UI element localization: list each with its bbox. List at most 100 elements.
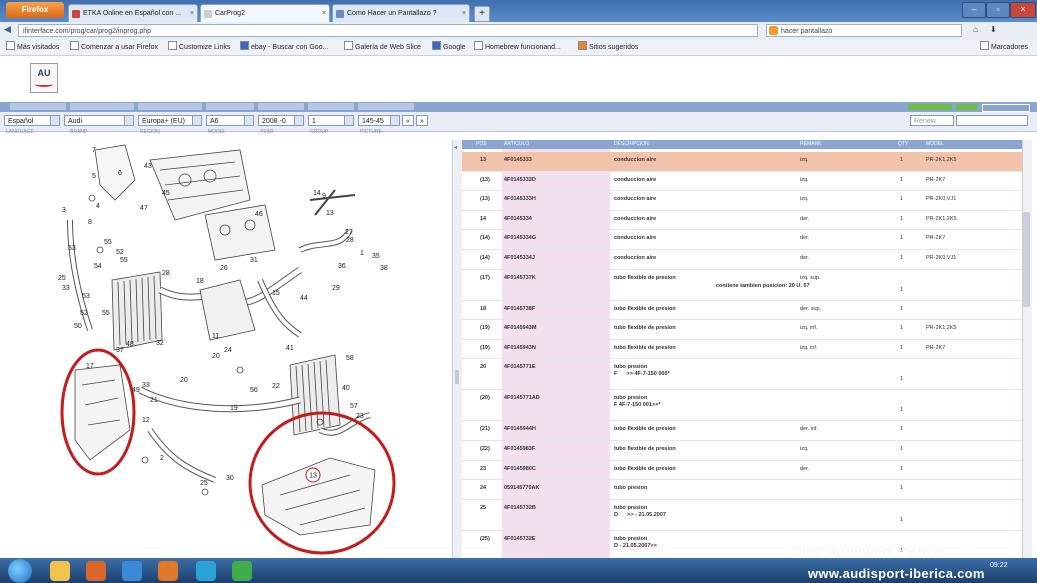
table-row[interactable]: 20 4F0145771E tubo presion F >> 4F-7-150 0… (462, 359, 1022, 391)
diagram-part-label[interactable]: 28 (346, 237, 354, 244)
diagram-part-label[interactable]: 15 (272, 290, 280, 297)
diagram-part-label[interactable]: 55 (102, 310, 110, 317)
header-pos[interactable]: POS (476, 140, 487, 149)
year-select[interactable]: 2008 -0 (258, 115, 304, 126)
model-select[interactable]: A6 (206, 115, 254, 126)
diagram-part-label[interactable]: 37 (116, 347, 124, 354)
diagram-part-label[interactable]: 41 (286, 345, 294, 352)
diagram-part-label[interactable]: 30 (226, 475, 234, 482)
diagram-part-label[interactable]: 14 (313, 190, 321, 197)
table-scrollbar[interactable] (1022, 140, 1032, 558)
bookmark-item[interactable]: ebay - Buscar con Goo... (240, 40, 328, 55)
diagram-part-label[interactable]: 2 (160, 455, 164, 462)
diagram-part-label[interactable]: 25 (58, 275, 66, 282)
diagram-part-label[interactable]: 13 (326, 210, 334, 217)
diagram-part-label[interactable]: 40 (342, 385, 350, 392)
diagram-part-label[interactable]: 24 (224, 347, 232, 354)
explorer-icon[interactable] (50, 561, 70, 581)
tab-language[interactable] (10, 103, 66, 110)
diagram-part-label[interactable]: 31 (250, 257, 258, 264)
diagram-part-label[interactable]: 18 (196, 278, 204, 285)
diagram-part-label[interactable]: 32 (156, 340, 164, 347)
collapse-arrow-icon[interactable]: ◂ (454, 144, 457, 151)
tab-model[interactable] (206, 103, 254, 110)
table-row[interactable]: (20) 4F0145771AD tubo presion F 4F-7-150 0… (462, 390, 1022, 422)
diagram-part-label[interactable]: 47 (140, 205, 148, 212)
diagram-part-label[interactable]: 28 (162, 270, 170, 277)
diagram-part-label[interactable]: 38 (380, 265, 388, 272)
tab-group[interactable] (308, 103, 354, 110)
next-picture-button[interactable]: » (416, 115, 428, 126)
diagram-part-label[interactable]: 3 (62, 207, 66, 214)
diagram-part-label[interactable]: 33 (142, 382, 150, 389)
table-row[interactable]: (21) 4F0145944H tubo flexible de presion de… (462, 421, 1022, 441)
table-row[interactable]: (19) 4F0145943M tubo flexible de presion iz… (462, 320, 1022, 340)
bookmark-item[interactable]: Galería de Web Slice (344, 40, 421, 55)
table-row[interactable]: (14) 4F0145334J conduccion aire der. 1 PR-2K0… (462, 250, 1022, 270)
splitter-grip[interactable] (455, 370, 459, 384)
diagram-part-label[interactable]: 1 (360, 250, 364, 257)
table-row[interactable]: 23 4F0145980C tubo flexible de presion der.… (462, 461, 1022, 481)
diagram-part-label[interactable]: 52 (116, 249, 124, 256)
minimize-button[interactable]: – (962, 2, 986, 18)
tab-picture[interactable] (358, 103, 414, 110)
bookmark-item[interactable]: Comenzar a usar Firefox (70, 40, 158, 55)
table-row[interactable]: 18 4F0145738F tubo flexible de presion der.… (462, 301, 1022, 321)
table-row[interactable]: (13) 4F0145333H conduccion aire izq. 1 PR-2K0… (462, 191, 1022, 211)
bookmark-item[interactable]: Más visitados (6, 40, 59, 55)
language-select[interactable]: Español (4, 115, 60, 126)
diagram-part-label[interactable]: 23 (356, 413, 364, 420)
diagram-part-label[interactable]: 57 (350, 403, 358, 410)
diagram-part-label[interactable]: 20 (180, 377, 188, 384)
close-window-button[interactable]: × (1010, 2, 1036, 18)
table-row[interactable]: (19) 4F0145943N tubo flexible de presion iz… (462, 340, 1022, 360)
bookmark-item[interactable]: Sitios sugeridos (578, 40, 638, 55)
diagram-part-label[interactable]: 7 (92, 147, 96, 154)
diagram-part-label[interactable]: 55 (104, 239, 112, 246)
bookmark-item[interactable]: Homebrew funcionand... (474, 40, 561, 55)
diagram-part-label[interactable]: 35 (372, 253, 380, 260)
table-row[interactable]: (17) 4F0145737K tubo flexible de presion iz… (462, 270, 1022, 301)
diagram-part-label[interactable]: 46 (255, 211, 263, 218)
prev-picture-button[interactable]: « (402, 115, 414, 126)
table-row[interactable]: 14 4F0145334 conduccion aire der. 1 PR-2K1,2K… (462, 211, 1022, 231)
diagram-part-label[interactable]: 50 (74, 323, 82, 330)
table-row[interactable]: 24 059145770AK tubo presion 1 (462, 480, 1022, 500)
tab-etka[interactable]: ETKA Online en Español con ... × (68, 4, 198, 22)
green-action-button[interactable] (956, 104, 978, 110)
firefox-icon[interactable] (158, 561, 178, 581)
header-qty[interactable]: QTY (898, 140, 908, 149)
new-tab-button[interactable]: + (474, 6, 490, 22)
diagram-part-label[interactable]: 58 (346, 355, 354, 362)
diagram-part-label[interactable]: 54 (94, 263, 102, 270)
diagram-part-label[interactable]: 9 (322, 193, 326, 200)
diagram-part-label[interactable]: 45 (162, 190, 170, 197)
group-select[interactable]: 1 (308, 115, 354, 126)
diagram-part-label[interactable]: 36 (338, 263, 346, 270)
diagram-part-label[interactable]: 17 (86, 363, 94, 370)
close-icon[interactable]: × (462, 5, 466, 22)
diagram-part-label[interactable]: 33 (62, 285, 70, 292)
diagram-part-label[interactable]: 19 (230, 405, 238, 412)
tab-carprog2[interactable]: CarProg2 × (200, 4, 330, 22)
header-remark[interactable]: REMARK (800, 140, 821, 149)
close-icon[interactable]: × (190, 5, 194, 22)
maximize-button[interactable]: ▫ (986, 2, 1010, 18)
diagram-part-label[interactable]: 5 (92, 173, 96, 180)
diagram-part-label[interactable]: 21 (150, 397, 158, 404)
diagram-part-label[interactable]: 56 (250, 387, 258, 394)
table-scrollbar-thumb[interactable] (1023, 212, 1030, 307)
diagram-part-label[interactable]: 55 (120, 257, 128, 264)
header-articulo[interactable]: ARTICULO (504, 140, 529, 149)
diagram-part-label[interactable]: 44 (300, 295, 308, 302)
parts-diagram[interactable]: 13 7 5 6 4 43 47 45 46 9 13 14 8 3 55 52 53 55 54 25 28 18 26… (0, 140, 452, 558)
diagram-part-label[interactable]: 53 (68, 245, 76, 252)
toggle-button[interactable] (982, 104, 1030, 112)
bookmark-item[interactable]: Customize Links (168, 40, 230, 55)
diagram-part-label[interactable]: 25 (200, 480, 208, 487)
home-icon[interactable]: ⌂ (973, 25, 978, 34)
start-button[interactable] (8, 559, 32, 583)
bookmark-item[interactable]: Google (432, 40, 466, 55)
table-row[interactable]: (13) 4F0145333D conduccion aire izq. 1 PR-2K7 (462, 172, 1022, 192)
header-model[interactable]: MODEL (926, 140, 944, 149)
